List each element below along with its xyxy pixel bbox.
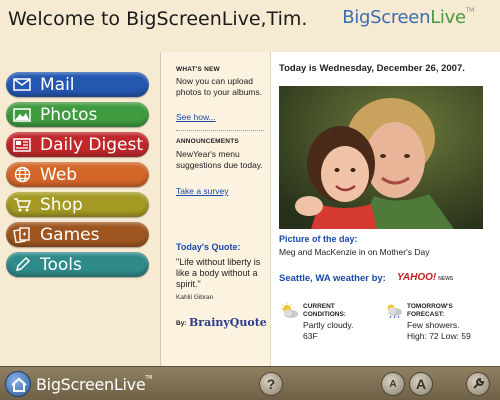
decrease-text-size-button[interactable]: A: [381, 372, 405, 396]
help-button[interactable]: ?: [259, 372, 283, 396]
nav-mail-button[interactable]: Mail: [6, 72, 149, 97]
question-icon: ?: [266, 376, 276, 392]
cards-icon: [12, 226, 32, 244]
footer-logo: BigScreenLiveTM: [36, 375, 153, 394]
welcome-message: Welcome to BigScreenLive,Tim.: [8, 8, 308, 30]
quote-source-by: By:: [176, 320, 187, 327]
wrench-icon: [473, 377, 485, 389]
nav-tools-button[interactable]: Tools: [6, 252, 149, 277]
home-icon: [11, 377, 27, 392]
nav-mail-label: Mail: [40, 74, 75, 95]
showers-icon: [383, 303, 403, 319]
whats-new-title: WHAT'S NEW: [176, 66, 220, 73]
content-panel: WHAT'S NEW Now you can upload photos to …: [160, 52, 500, 366]
bigscreenlive-logo: BigScreenLiveTM: [342, 7, 474, 28]
nav-games-button[interactable]: Games: [6, 222, 149, 247]
announcements-title: ANNOUNCEMENTS: [176, 138, 239, 145]
brainyquote-logo[interactable]: BrainyQuote: [189, 316, 267, 329]
quote-text: "Life without liberty is like a body wit…: [176, 257, 261, 289]
photos-icon: [12, 106, 32, 124]
see-how-link[interactable]: See how...: [176, 112, 266, 123]
mail-icon: [12, 76, 32, 94]
nav-web-button[interactable]: Web: [6, 162, 149, 187]
large-font-icon: A: [415, 376, 427, 392]
quote-author: Kahlil Gibran: [176, 294, 214, 301]
nav-games-label: Games: [40, 224, 100, 245]
weather-title: Seattle, WA weather by:: [279, 273, 386, 284]
cart-icon: [12, 196, 32, 214]
whats-new-text: Now you can upload photos to your albums…: [176, 76, 262, 97]
partly-cloudy-icon: [279, 303, 299, 319]
pencil-icon: [12, 256, 32, 274]
forecast-value: Few showers. High: 72 Low: 59: [407, 320, 471, 341]
today-date: Today is Wednesday, December 26, 2007.: [279, 63, 465, 74]
newspaper-icon: [12, 136, 32, 154]
nav-daily-digest-button[interactable]: Daily Digest: [6, 132, 149, 157]
footer-bar: BigScreenLiveTM ? A A: [0, 366, 500, 400]
nav-shop-label: Shop: [40, 194, 83, 215]
nav-shop-button[interactable]: Shop: [6, 192, 149, 217]
current-conditions-value: Partly cloudy. 63F: [303, 320, 354, 341]
feature-column: Today is Wednesday, December 26, 2007. P…: [271, 52, 500, 366]
news-column: WHAT'S NEW Now you can upload photos to …: [161, 52, 271, 366]
take-survey-link[interactable]: Take a survey: [176, 186, 266, 197]
settings-button[interactable]: [466, 372, 490, 396]
globe-icon: [12, 166, 32, 184]
small-font-icon: A: [389, 378, 397, 390]
divider: [176, 130, 264, 131]
nav-photos-button[interactable]: Photos: [6, 102, 149, 127]
increase-text-size-button[interactable]: A: [409, 372, 433, 396]
nav-tools-label: Tools: [40, 254, 82, 275]
home-button[interactable]: [5, 371, 31, 397]
yahoo-news-logo[interactable]: YAHOO! NEWS: [397, 272, 453, 283]
nav-web-label: Web: [40, 164, 78, 185]
announcements-text: NewYear's menu suggestions due today.: [176, 149, 263, 170]
picture-of-the-day-title: Picture of the day:: [279, 234, 358, 244]
picture-of-the-day-image[interactable]: [279, 86, 483, 229]
nav-daily-digest-label: Daily Digest: [40, 134, 144, 155]
picture-of-the-day-caption: Meg and MacKenzie in on Mother's Day: [279, 247, 430, 257]
header: Welcome to BigScreenLive,Tim. BigScreenL…: [0, 0, 500, 48]
sidebar-nav: Mail Photos Daily Digest Web Shop Games: [0, 48, 160, 366]
forecast-label: TOMORROW'S FORECAST:: [407, 303, 453, 318]
nav-photos-label: Photos: [40, 104, 98, 125]
current-conditions-label: CURRENT CONDITIONS:: [303, 303, 346, 318]
quote-title: Today's Quote:: [176, 242, 241, 252]
